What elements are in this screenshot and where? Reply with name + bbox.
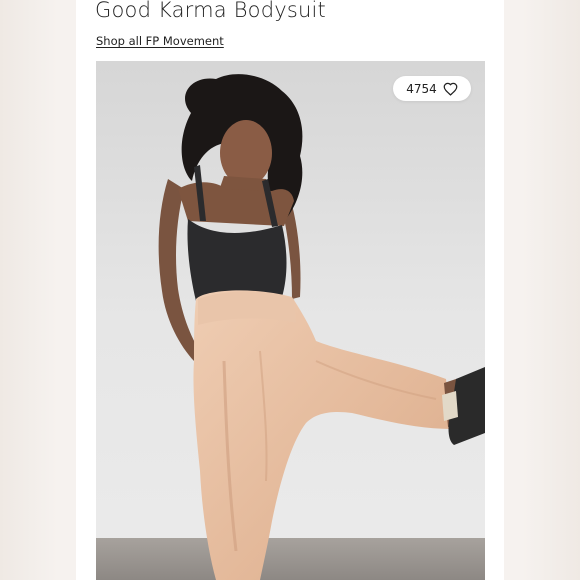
like-button[interactable]: 4754 [393,76,471,101]
shop-all-link[interactable]: Shop all FP Movement [96,34,224,48]
product-photo [96,61,485,580]
product-title: Good Karma Bodysuit [95,0,326,22]
like-count: 4754 [406,81,437,96]
product-image[interactable] [96,61,485,580]
heart-icon [443,82,458,96]
